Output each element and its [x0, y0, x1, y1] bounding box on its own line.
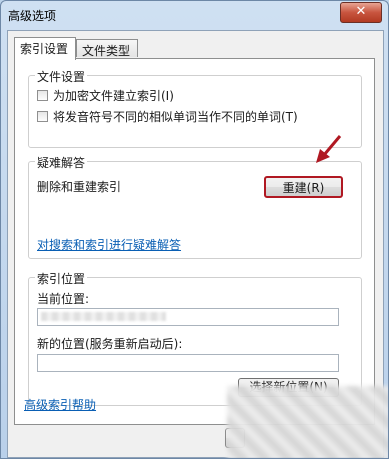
- encrypted-files-label: 为加密文件建立索引(I): [53, 88, 174, 103]
- diacritics-checkbox[interactable]: [37, 110, 48, 122]
- tab-file-types[interactable]: 文件类型: [76, 39, 138, 58]
- troubleshooting-legend: 疑难解答: [35, 154, 88, 171]
- redacted-path: [41, 312, 166, 321]
- close-button[interactable]: ✕: [340, 2, 382, 23]
- title-bar: 高级选项 ✕: [1, 1, 388, 28]
- rebuild-button-label: 重建(R): [282, 181, 325, 195]
- watermark-area: [227, 386, 388, 458]
- current-location-label: 当前位置:: [37, 292, 90, 306]
- advanced-index-help-link[interactable]: 高级索引帮助: [24, 396, 96, 413]
- new-location-label: 新的位置(服务重新启动后):: [37, 337, 183, 351]
- tab-label: 索引设置: [20, 42, 69, 56]
- diacritics-option[interactable]: 将发音符号不同的相似单词当作不同的单词(T): [37, 108, 298, 124]
- tab-panel: 文件设置 为加密文件建立索引(I) 将发音符号不同的相似单词当作不同的单词(T)…: [14, 58, 375, 425]
- encrypted-files-checkbox[interactable]: [37, 89, 48, 101]
- rebuild-description: 删除和重建索引: [37, 180, 122, 194]
- advanced-options-window: 高级选项 ✕ 索引设置 文件类型 文件设置 为加密文件建立索引(I) 将发音符号…: [0, 0, 389, 459]
- file-settings-legend: 文件设置: [35, 68, 88, 85]
- current-location-field: [37, 308, 339, 326]
- encrypted-files-option[interactable]: 为加密文件建立索引(I): [37, 87, 174, 103]
- window-title: 高级选项: [8, 9, 57, 23]
- troubleshoot-link[interactable]: 对搜索和索引进行疑难解答: [37, 236, 181, 253]
- index-location-legend: 索引位置: [35, 270, 88, 287]
- tab-label: 文件类型: [82, 44, 131, 58]
- file-settings-group: 文件设置 为加密文件建立索引(I) 将发音符号不同的相似单词当作不同的单词(T): [28, 68, 362, 148]
- troubleshooting-group: 疑难解答 删除和重建索引 重建(R) 对搜索和索引进行疑难解答: [28, 154, 362, 259]
- tab-index-settings[interactable]: 索引设置: [14, 37, 76, 60]
- red-arrow-annotation: [316, 135, 342, 163]
- new-location-field[interactable]: [37, 354, 339, 372]
- rebuild-button[interactable]: 重建(R): [264, 176, 343, 198]
- close-icon: ✕: [355, 4, 367, 19]
- diacritics-label: 将发音符号不同的相似单词当作不同的单词(T): [53, 109, 298, 124]
